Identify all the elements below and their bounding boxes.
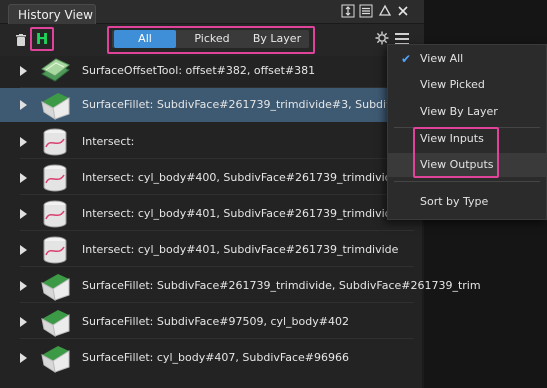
list-item[interactable]: Intersect: [0,125,424,159]
fillet-surface-icon [38,271,72,302]
expand-arrow-icon[interactable] [20,281,27,291]
expand-arrow-icon[interactable] [20,137,27,147]
menu-item-view-by-layer[interactable]: View By Layer [388,100,546,124]
expand-arrow-icon[interactable] [20,100,27,110]
intersect-icon [38,199,72,229]
menu-item-view-all[interactable]: ✔ View All [388,47,546,71]
list-item[interactable]: Intersect: cyl_body#401, SubdivFace#2617… [0,197,424,231]
list-item[interactable]: SurfaceFillet: SubdivFace#97509, cyl_bod… [0,305,424,339]
list-item[interactable]: SurfaceFillet: cyl_body#407, SubdivFace#… [0,341,424,375]
expand-arrow-icon[interactable] [20,245,27,255]
row-label: Intersect: cyl_body#401, SubdivFace#2617… [82,207,415,220]
list-item[interactable]: SurfaceFillet: SubdivFace#261739_trimdiv… [0,269,481,303]
menu-separator [394,181,540,182]
row-label: Intersect: cyl_body#400, SubdivFace#2617… [82,171,399,184]
menu-icon[interactable] [395,33,409,45]
expand-arrow-icon[interactable] [20,209,27,219]
expand-arrow-icon[interactable] [20,317,27,327]
menu-item-sort-by-type[interactable]: Sort by Type [388,190,546,214]
offset-surface-icon [38,56,72,86]
menu-item-view-picked[interactable]: View Picked [388,73,546,97]
highlight-inputs-outputs [413,127,499,178]
intersect-icon [38,163,72,193]
intersect-icon [38,127,72,157]
row-label: Intersect: [82,135,135,148]
list-item[interactable]: Intersect: cyl_body#401, SubdivFace#2617… [0,233,424,267]
list-item[interactable]: SurfaceOffsetTool: offset#382, offset#38… [0,54,424,88]
close-icon[interactable] [395,4,411,20]
intersect-icon [38,235,72,265]
fillet-surface-icon [38,343,72,374]
pin-icon[interactable] [340,4,356,20]
highlight-filter-control [107,26,315,54]
fillet-surface-icon [38,90,72,121]
row-label: SurfaceFillet: SubdivFace#261739_trimdiv… [82,279,481,292]
row-label: SurfaceFillet: cyl_body#407, SubdivFace#… [82,351,349,364]
trash-icon[interactable] [16,31,26,46]
expand-arrow-icon[interactable] [20,173,27,183]
list-item-selected[interactable]: SurfaceFillet: SubdivFace#261739_trimdiv… [0,88,441,122]
history-view-panel: History View H All Picked By Layer Surfa… [0,0,481,388]
title-bar: History View [0,0,424,25]
expand-arrow-icon[interactable] [20,66,27,76]
list-item[interactable]: Intersect: cyl_body#400, SubdivFace#2617… [0,161,424,195]
checkmark-icon: ✔ [401,52,412,66]
fillet-surface-icon [38,307,72,338]
expand-arrow-icon[interactable] [20,353,27,363]
list-icon[interactable] [358,4,374,20]
row-label: Intersect: cyl_body#401, SubdivFace#2617… [82,243,399,256]
collapse-up-icon[interactable] [377,4,393,20]
row-label: SurfaceOffsetTool: offset#382, offset#38… [82,64,316,77]
tab-history-view[interactable]: History View [8,4,96,25]
row-label: SurfaceFillet: SubdivFace#97509, cyl_bod… [82,315,349,328]
highlight-history-icon [30,27,54,51]
